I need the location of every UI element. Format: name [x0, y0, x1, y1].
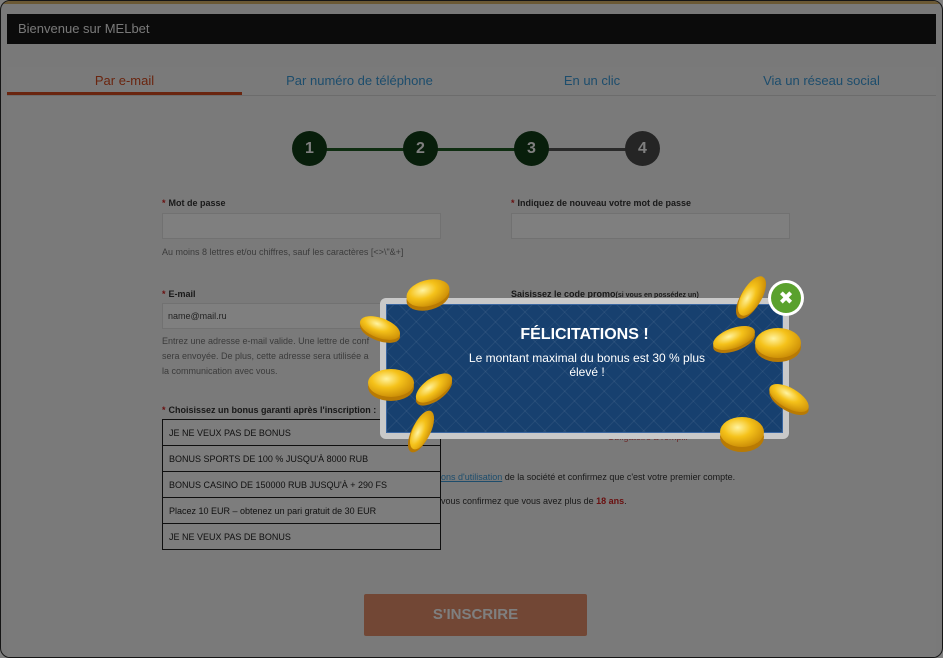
modal-message: Le montant maximal du bonus est 30 % plu…: [468, 351, 706, 379]
modal-close-button[interactable]: ✖: [768, 280, 804, 316]
close-icon: ✖: [771, 283, 801, 313]
modal-panel: FÉLICITATIONS ! Le montant maximal du bo…: [386, 304, 783, 433]
congratulations-modal: FÉLICITATIONS ! Le montant maximal du bo…: [380, 298, 789, 439]
modal-title: FÉLICITATIONS !: [520, 326, 649, 343]
